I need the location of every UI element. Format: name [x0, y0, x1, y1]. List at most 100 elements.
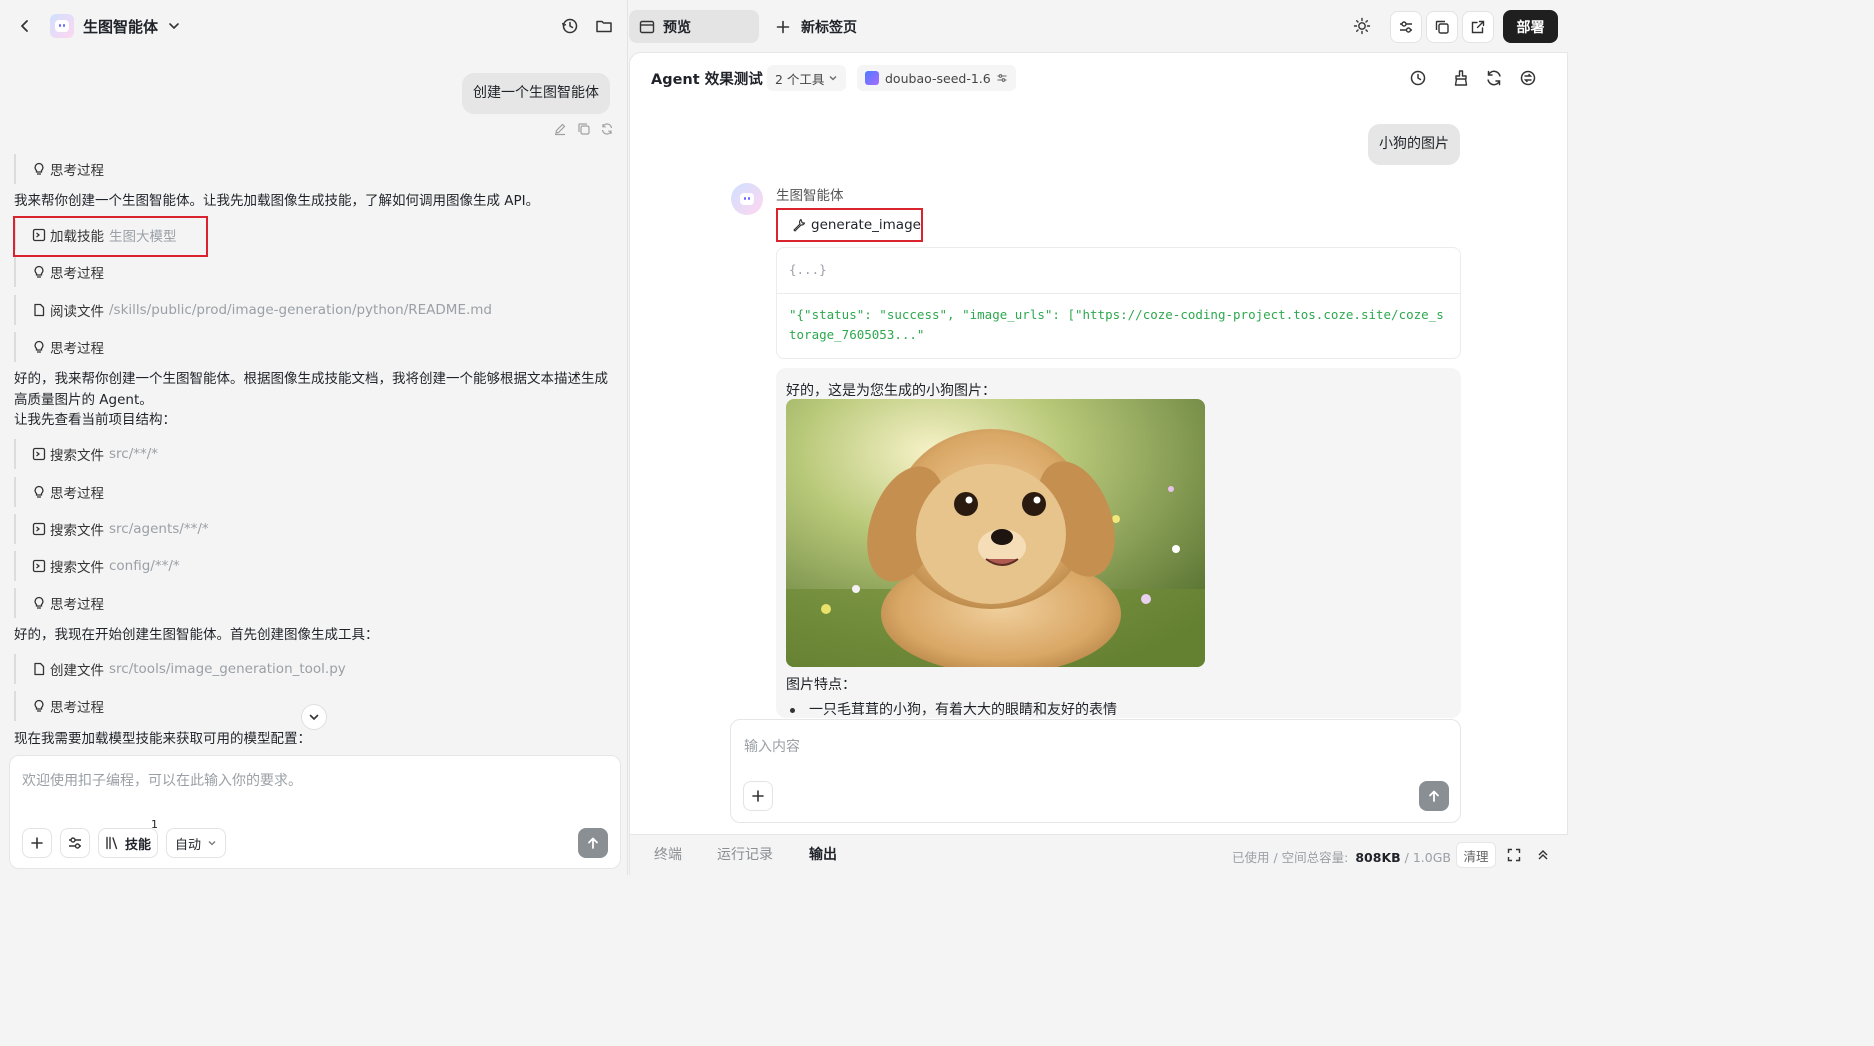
storage-used: 808KB	[1355, 850, 1401, 865]
model-logo-icon	[865, 71, 879, 85]
assistant-text: 好的，我来帮你创建一个生图智能体。根据图像生成技能文档，我将创建一个能够根据文本…	[14, 371, 608, 408]
step-path: /skills/public/prod/image-generation/pyt…	[109, 302, 492, 318]
add-attachment-button[interactable]	[743, 781, 773, 811]
thinking-step[interactable]: 思考过程	[14, 154, 104, 184]
duplicate-button[interactable]	[1426, 11, 1458, 43]
preview-input[interactable]: 输入内容	[744, 736, 800, 756]
assistant-text: 让我先查看当前项目结构：	[14, 412, 176, 428]
folder-icon[interactable]	[590, 12, 618, 40]
project-title[interactable]: 生图智能体	[83, 16, 158, 37]
agent-avatar	[731, 183, 763, 215]
model-chip-label: doubao-seed-1.6	[885, 70, 991, 86]
chat-composer[interactable]: 欢迎使用扣子编程，可以在此输入你的要求。 技能 1 自动	[9, 755, 621, 869]
scroll-down-button[interactable]	[301, 704, 327, 730]
clear-chat-icon[interactable]	[1447, 64, 1475, 92]
tab-output[interactable]: 输出	[809, 835, 837, 876]
step-label: 创建文件	[50, 663, 104, 679]
thinking-step[interactable]: 思考过程	[14, 691, 104, 721]
send-button[interactable]	[578, 828, 608, 858]
plus-icon	[752, 790, 764, 802]
open-external-button[interactable]	[1462, 11, 1494, 43]
thinking-step[interactable]: 思考过程	[14, 588, 104, 618]
create-file-step[interactable]: 创建文件 src/tools/image_generation_tool.py	[14, 654, 346, 684]
thinking-step[interactable]: 思考过程	[14, 477, 104, 507]
step-label: 思考过程	[50, 486, 104, 502]
chevron-down-icon	[208, 841, 216, 846]
agent-name: 生图智能体	[776, 188, 844, 204]
add-attachment-button[interactable]	[22, 828, 52, 858]
edit-icon[interactable]	[548, 117, 572, 141]
tool-args-collapsed[interactable]: {...}	[789, 262, 827, 277]
step-label: 思考过程	[50, 341, 104, 357]
skills-label: 技能	[124, 837, 151, 853]
arrow-up-icon	[588, 837, 598, 849]
chevron-down-icon[interactable]	[160, 12, 188, 40]
file-icon	[32, 303, 46, 317]
history-icon[interactable]	[556, 12, 584, 40]
thinking-step[interactable]: 思考过程	[14, 257, 104, 287]
skill-icon	[32, 522, 46, 536]
user-message: 小狗的图片	[1368, 124, 1460, 165]
step-label: 阅读文件	[50, 304, 104, 320]
external-link-icon	[1471, 20, 1485, 34]
tools-chip-label: 2 个工具	[775, 71, 825, 87]
skills-button[interactable]: 技能	[98, 828, 158, 858]
theme-toggle-button[interactable]	[1348, 12, 1376, 40]
settings-button[interactable]	[60, 828, 90, 858]
reset-icon[interactable]	[1514, 64, 1542, 92]
browser-window-icon	[639, 20, 655, 33]
copy-icon	[1435, 20, 1449, 34]
highlight-box	[13, 216, 208, 257]
assistant-text: 好的，我现在开始创建生图智能体。首先创建图像生成工具：	[14, 627, 379, 643]
lightbulb-icon	[32, 699, 46, 713]
tab-label: 新标签页	[801, 19, 857, 36]
thinking-step[interactable]: 思考过程	[14, 332, 104, 362]
refresh-icon[interactable]	[1480, 64, 1508, 92]
assistant-text: 现在我需要加载模型技能来获取可用的模型配置：	[14, 731, 311, 747]
mode-select[interactable]: 自动	[166, 828, 226, 858]
chevron-down-icon	[309, 714, 319, 721]
agent-reply: 好的，这是为您生成的小狗图片： 图片特点： 一只毛茸茸的小狗，有着大大的眼睛和友…	[776, 368, 1461, 718]
clear-storage-button[interactable]: 清理	[1456, 842, 1496, 868]
tool-call-chip[interactable]: generate_image	[776, 208, 923, 242]
search-file-step[interactable]: 搜索文件 config/**/*	[14, 551, 180, 581]
lightbulb-icon	[32, 265, 46, 279]
tools-chip[interactable]: 2 个工具	[767, 65, 847, 91]
library-icon	[106, 836, 118, 850]
step-label: 思考过程	[50, 163, 104, 179]
back-icon[interactable]	[11, 12, 39, 40]
sliders-icon	[997, 74, 1007, 82]
send-button[interactable]	[1419, 781, 1449, 811]
composer-input[interactable]: 欢迎使用扣子编程，可以在此输入你的要求。	[22, 770, 302, 790]
deploy-button[interactable]: 部署	[1503, 10, 1558, 43]
generated-puppy-image[interactable]	[786, 399, 1205, 667]
read-file-step[interactable]: 阅读文件 /skills/public/prod/image-generatio…	[14, 295, 492, 325]
plus-icon	[776, 20, 790, 33]
regenerate-icon[interactable]	[595, 117, 619, 141]
divider	[777, 293, 1460, 294]
step-path: src/**/*	[109, 446, 159, 462]
search-file-step[interactable]: 搜索文件 src/agents/**/*	[14, 514, 209, 544]
model-chip[interactable]: doubao-seed-1.6	[857, 65, 1016, 91]
storage-total: / 1.0GB	[1404, 850, 1451, 865]
tab-label: 预览	[663, 19, 691, 36]
search-file-step[interactable]: 搜索文件 src/**/*	[14, 439, 158, 469]
tab-run-log[interactable]: 运行记录	[717, 835, 773, 876]
assistant-text: 我来帮你创建一个生图智能体。让我先加载图像生成技能，了解如何调用图像生成 API…	[14, 193, 540, 209]
copy-icon[interactable]	[572, 117, 596, 141]
history-icon[interactable]	[1404, 64, 1432, 92]
step-label: 搜索文件	[50, 523, 104, 539]
tab-terminal[interactable]: 终端	[654, 835, 682, 876]
file-icon	[32, 662, 46, 676]
tab-preview[interactable]: 预览	[629, 10, 759, 43]
compare-button[interactable]	[1390, 11, 1422, 43]
step-label: 搜索文件	[50, 560, 104, 576]
preview-composer[interactable]: 输入内容	[730, 719, 1461, 823]
fullscreen-icon[interactable]	[1500, 841, 1528, 869]
reply-intro: 好的，这是为您生成的小狗图片：	[786, 383, 996, 399]
lightbulb-icon	[32, 340, 46, 354]
collapse-panel-icon[interactable]	[1529, 841, 1557, 869]
new-tab-button[interactable]: 新标签页	[776, 10, 857, 43]
bottom-panel-bar: 终端 运行记录 输出 已使用 / 空间总容量: 808KB / 1.0GB 清理	[630, 834, 1568, 875]
left-topbar: 生图智能体	[0, 0, 628, 52]
